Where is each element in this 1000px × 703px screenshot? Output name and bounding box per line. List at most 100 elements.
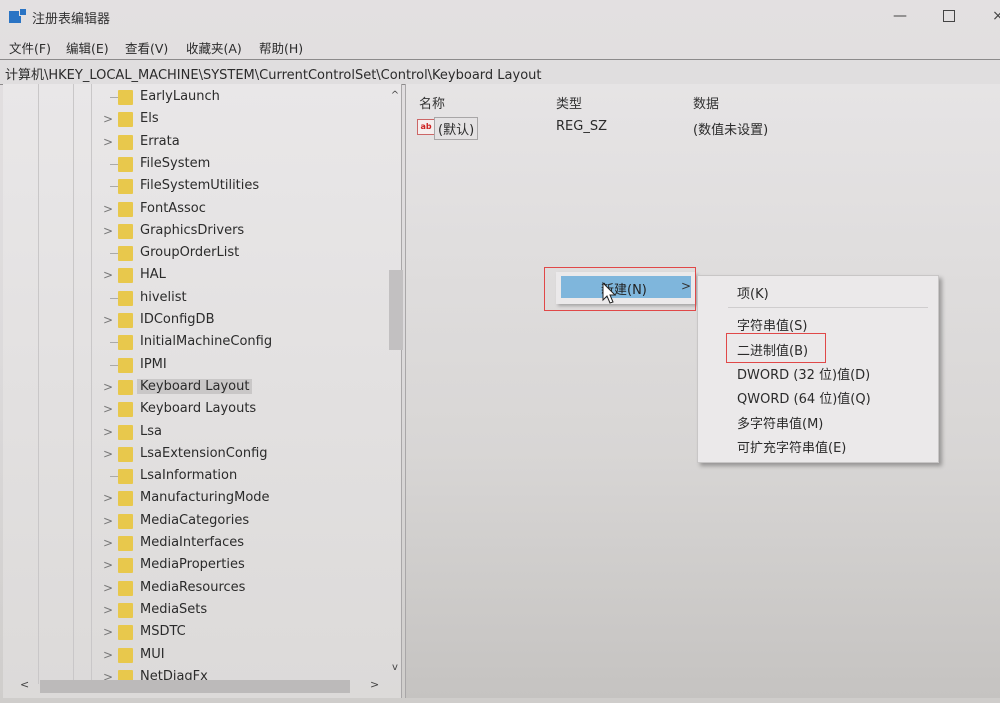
chevron-right-icon[interactable]: > <box>103 112 113 126</box>
tree-horizontal-scrollbar[interactable]: < > <box>18 678 386 696</box>
folder-icon <box>118 469 133 485</box>
registry-editor-icon <box>9 8 27 24</box>
window-title: 注册表编辑器 <box>32 12 111 27</box>
tree-item[interactable]: > MediaResources <box>3 578 383 599</box>
chevron-right-icon[interactable]: > <box>103 268 113 282</box>
chevron-right-icon[interactable]: > <box>103 625 113 639</box>
maximize-icon <box>943 10 955 22</box>
tree-item[interactable]: hivelist <box>3 288 383 309</box>
folder-icon <box>118 580 133 596</box>
tree-item[interactable]: GroupOrderList <box>3 243 383 264</box>
chevron-right-icon[interactable]: > <box>103 536 113 550</box>
chevron-right-icon[interactable]: > <box>103 558 113 572</box>
tree-item[interactable]: InitialMachineConfig <box>3 332 383 353</box>
menu-help[interactable]: 帮助(H) <box>259 38 303 57</box>
tree-item[interactable]: > Els <box>3 109 383 130</box>
chevron-right-icon[interactable]: > <box>103 447 113 461</box>
chevron-right-icon[interactable]: > <box>103 135 113 149</box>
tree-item[interactable]: > MSDTC <box>3 622 383 643</box>
tree-item-label: MSDTC <box>140 624 186 640</box>
submenu-item-qword-value[interactable]: QWORD (64 位)值(Q) <box>737 388 871 407</box>
tree-connector-line <box>110 297 118 299</box>
chevron-right-icon[interactable]: > <box>103 603 113 617</box>
folder-icon <box>118 335 133 351</box>
tree-item[interactable]: > MediaInterfaces <box>3 533 383 554</box>
tree-item[interactable]: FileSystemUtilities <box>3 176 383 197</box>
folder-icon <box>118 558 133 574</box>
tree-item[interactable]: > MUI <box>3 645 383 666</box>
tree-item[interactable]: > Lsa <box>3 422 383 443</box>
tree-item[interactable]: > HAL <box>3 265 383 286</box>
tree-item-label: HAL <box>140 267 166 283</box>
scroll-right-arrow-icon[interactable]: > <box>370 678 379 691</box>
tree-item[interactable]: > FontAssoc <box>3 199 383 220</box>
folder-icon <box>118 602 133 618</box>
string-value-icon: ab <box>417 119 435 135</box>
chevron-right-icon[interactable]: > <box>103 313 113 327</box>
mouse-cursor-icon <box>602 281 617 304</box>
chevron-right-icon[interactable]: > <box>103 224 113 238</box>
close-button[interactable]: × <box>978 4 1000 28</box>
scroll-down-arrow-icon[interactable]: v <box>386 662 404 673</box>
chevron-right-icon[interactable]: > <box>103 402 113 416</box>
tree-connector-line <box>110 342 118 344</box>
column-header-name[interactable]: 名称 <box>419 93 445 112</box>
column-header-type[interactable]: 类型 <box>556 93 582 112</box>
tree-item-label: MediaSets <box>140 601 208 617</box>
folder-icon <box>118 313 133 328</box>
chevron-right-icon[interactable]: > <box>103 425 113 439</box>
folder-icon <box>118 134 133 150</box>
menu-favorites[interactable]: 收藏夹(A) <box>186 38 242 57</box>
submenu-item-multi-string-value[interactable]: 多字符串值(M) <box>737 413 823 432</box>
column-header-data[interactable]: 数据 <box>693 93 719 112</box>
tree-item[interactable]: LsaInformation <box>3 466 383 487</box>
tree-item[interactable]: > LsaExtensionConfig <box>3 444 383 465</box>
tree-item[interactable]: > Keyboard Layout <box>3 377 383 398</box>
scroll-up-arrow-icon[interactable]: ^ <box>386 90 404 101</box>
menu-view[interactable]: 查看(V) <box>125 38 168 57</box>
tree-item[interactable]: > GraphicsDrivers <box>3 221 383 242</box>
tree-item-label: MUI <box>140 646 165 662</box>
chevron-right-icon[interactable]: > <box>103 581 113 595</box>
tree-item[interactable]: > MediaSets <box>3 600 383 621</box>
chevron-right-icon[interactable]: > <box>103 202 113 216</box>
chevron-right-icon[interactable]: > <box>103 514 113 528</box>
tree-item-label: LsaInformation <box>140 468 238 484</box>
tree-item[interactable]: > ManufacturingMode <box>3 488 383 509</box>
scroll-thumb[interactable] <box>389 270 403 350</box>
folder-icon <box>118 357 133 373</box>
submenu-item-key[interactable]: 项(K) <box>737 283 769 302</box>
menu-edit[interactable]: 编辑(E) <box>66 38 109 57</box>
tree-item-label: MediaResources <box>140 579 246 595</box>
address-bar[interactable]: 计算机\HKEY_LOCAL_MACHINE\SYSTEM\CurrentCon… <box>0 59 1000 85</box>
menu-file[interactable]: 文件(F) <box>9 38 51 57</box>
tree-item[interactable]: > IDConfigDB <box>3 310 383 331</box>
submenu-item-string-value[interactable]: 字符串值(S) <box>737 315 807 334</box>
tree-item-label: GroupOrderList <box>140 245 240 261</box>
minimize-button[interactable]: — <box>880 4 920 28</box>
folder-icon <box>118 446 133 462</box>
tree-item[interactable]: > MediaCategories <box>3 511 383 532</box>
folder-icon <box>118 402 133 418</box>
scroll-left-arrow-icon[interactable]: < <box>20 678 29 691</box>
tree-item-label: hivelist <box>140 289 187 305</box>
tree-item[interactable]: > Errata <box>3 132 383 153</box>
chevron-right-icon[interactable]: > <box>103 380 113 394</box>
value-row[interactable]: ab (默认) REG_SZ (数值未设置) <box>406 117 996 140</box>
submenu-item-dword-value[interactable]: DWORD (32 位)值(D) <box>737 364 870 383</box>
chevron-right-icon[interactable]: > <box>103 648 113 662</box>
tree-item[interactable]: > MediaProperties <box>3 555 383 576</box>
title-bar: 注册表编辑器 — × <box>0 0 1000 34</box>
submenu-item-expandable-string-value[interactable]: 可扩充字符串值(E) <box>737 437 846 456</box>
tree-item[interactable]: EarlyLaunch <box>3 87 383 108</box>
chevron-right-icon[interactable]: > <box>103 491 113 505</box>
address-path[interactable]: 计算机\HKEY_LOCAL_MACHINE\SYSTEM\CurrentCon… <box>5 64 542 83</box>
folder-icon <box>118 424 133 440</box>
horizontal-scroll-thumb[interactable] <box>40 680 350 693</box>
maximize-button[interactable] <box>929 4 969 28</box>
tree-item[interactable]: IPMI <box>3 355 383 376</box>
tree-vertical-scrollbar[interactable]: ^ v <box>386 84 404 680</box>
tree-item-label: MediaInterfaces <box>140 535 245 550</box>
tree-item[interactable]: > Keyboard Layouts <box>3 399 383 420</box>
tree-item[interactable]: FileSystem <box>3 154 383 175</box>
